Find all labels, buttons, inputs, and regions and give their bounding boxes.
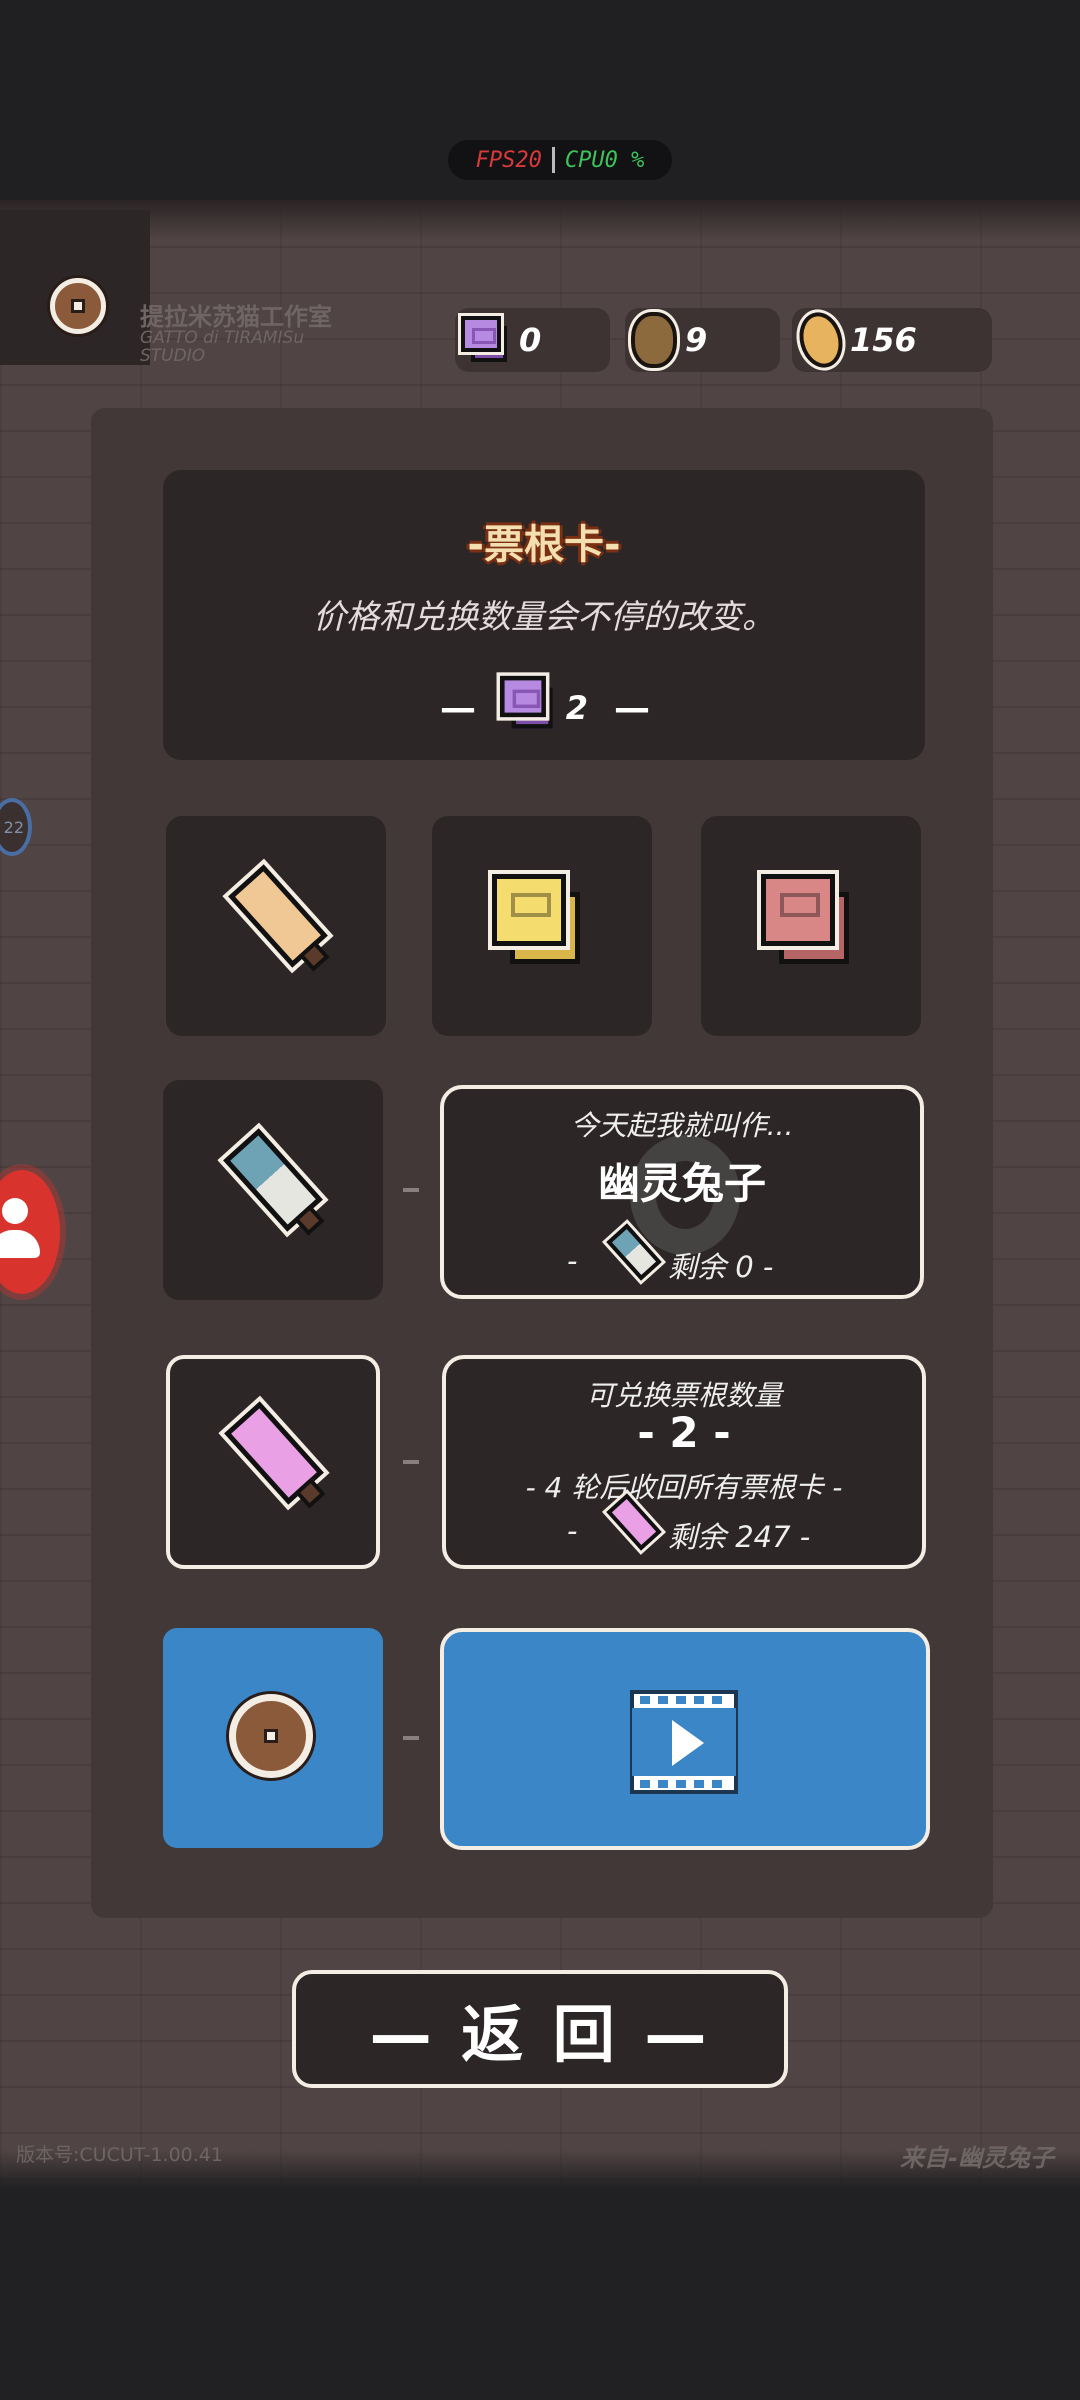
row-connector [403, 1188, 419, 1192]
egg-icon [789, 304, 853, 376]
header-title: -票根卡- [467, 522, 621, 568]
coin-icon [50, 278, 106, 334]
overlay-divider [551, 147, 555, 173]
potato-count: 9 [685, 321, 708, 359]
price-dash-left: — [440, 687, 476, 729]
bottom-area [0, 2190, 1080, 2400]
pink-crayon-icon [215, 1396, 333, 1510]
ghost-card-line1: 今天起我就叫作... [570, 1109, 794, 1142]
purple-ticket-icon [496, 671, 564, 745]
currency-egg: 156 [789, 304, 992, 376]
fps-cpu-overlay: FPS20 CPU0 % [448, 140, 672, 180]
potato-icon [628, 309, 680, 371]
currency-potato: 9 [625, 308, 780, 372]
header-subtitle: 价格和兑换数量会不停的改变。 [313, 597, 775, 636]
studio-watermark: 提拉米苏猫工作室 GATTO di TIRAMISu STUDIO [140, 303, 332, 367]
user-icon [2, 1198, 28, 1224]
item-slot-orange-crayon[interactable] [166, 816, 386, 1036]
item-slot-blue-crayon[interactable] [163, 1080, 383, 1300]
studio-name-cn: 提拉米苏猫工作室 [140, 303, 332, 331]
ghost-remain-text: 剩余 0 - [668, 1250, 774, 1284]
back-button-label: — 返 回 — [369, 1998, 711, 2071]
ticket-count: 0 [519, 321, 542, 359]
price-row: — 2 — [420, 668, 670, 748]
exchange-remain-text: 剩余 247 - [668, 1520, 811, 1554]
ghost-card-title: 幽灵兔子 [597, 1159, 766, 1208]
exchange-rounds-text: - 4 轮后收回所有票根卡 - [525, 1471, 843, 1504]
fps-label: FPS20 [475, 147, 542, 173]
blue-crayon-icon [214, 1123, 332, 1237]
from-label: 来自-幽灵兔子 [900, 2144, 1054, 2172]
price-value: 2 [565, 689, 588, 727]
exchange-remain-dash: - [567, 1514, 578, 1548]
egg-count: 156 [850, 321, 917, 359]
currency-tickets: 0 [455, 308, 610, 372]
item-slot-red-ticket[interactable] [701, 816, 921, 1036]
version-label: 版本号:CUCUT-1.00.41 [16, 2144, 223, 2166]
purple-ticket-icon [458, 312, 511, 368]
row-connector [403, 1736, 419, 1740]
red-ticket-icon [757, 870, 851, 970]
studio-name-en-2: STUDIO [140, 346, 206, 367]
wall-shadow-top [0, 200, 1080, 240]
row-connector [403, 1460, 419, 1464]
yellow-ticket-icon [488, 870, 582, 970]
cpu-label: CPU0 % [564, 147, 645, 173]
orange-crayon-icon [219, 859, 337, 973]
exchange-count: - 2 - [637, 1408, 731, 1457]
side-badge-text: 22 [3, 817, 24, 837]
item-slot-pink-crayon[interactable] [166, 1355, 380, 1569]
price-dash-right: — [614, 687, 650, 729]
item-slot-yellow-ticket[interactable] [432, 816, 652, 1036]
video-play-icon [630, 1690, 738, 1794]
studio-logo-box [0, 210, 150, 365]
ghost-remain-dash: - [567, 1244, 578, 1278]
coin-icon [229, 1694, 313, 1778]
item-slot-coin[interactable] [163, 1628, 383, 1848]
back-button[interactable]: — 返 回 — [292, 1970, 788, 2088]
